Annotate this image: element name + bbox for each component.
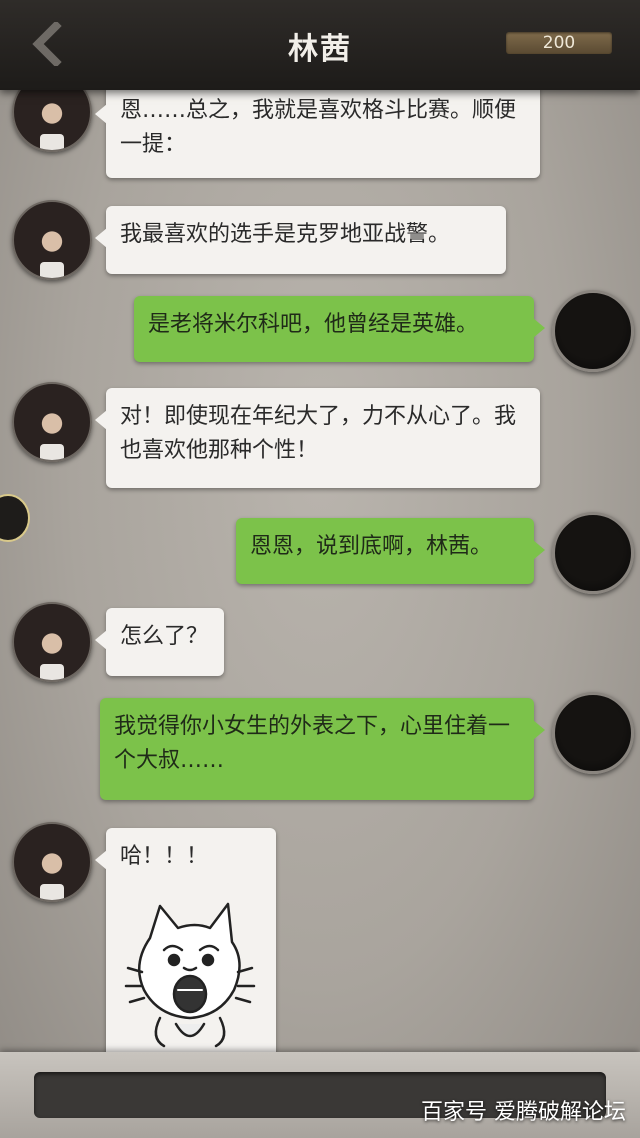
contact-avatar[interactable] [12,382,92,462]
contact-avatar[interactable] [12,602,92,682]
chat-area[interactable]: 恩……总之，我就是喜欢格斗比赛。顺便一提： 我最喜欢的选手是克罗地亚战警。 是老… [0,0,640,1138]
message-bubble-outgoing: 恩恩，说到底啊，林茜。 [236,518,545,584]
watermark-text: 百家号 爱腾破解论坛 [421,1100,626,1125]
player-avatar[interactable] [552,512,634,594]
contact-avatar[interactable] [12,200,92,280]
message-bubble-incoming: 恩……总之，我就是喜欢格斗比赛。顺便一提： [95,82,540,178]
player-avatar[interactable] [552,290,634,372]
message-bubble-incoming: 怎么了？ [95,608,224,676]
bottom-bar: 百家号 爱腾破解论坛 [0,1052,640,1138]
top-bar: 林茜 200 [0,0,640,90]
message-text: 哈！！！ [120,844,209,869]
message-bubble-incoming: 我最喜欢的选手是克罗地亚战警。 [95,206,506,274]
screaming-cat-sticker [124,902,256,1048]
message-bubble-incoming: 对！即使现在年纪大了，力不从心了。我也喜欢他那种个性！ [95,388,540,488]
player-avatar[interactable] [552,692,634,774]
contact-avatar[interactable] [12,822,92,902]
message-bubble-outgoing: 是老将米尔科吧，他曾经是英雄。 [134,296,545,362]
message-bubble-outgoing: 我觉得你小女生的外表之下，心里住着一个大叔…… [100,698,545,800]
floating-assist-icon[interactable] [0,494,30,542]
coin-counter: 200 [506,32,612,54]
